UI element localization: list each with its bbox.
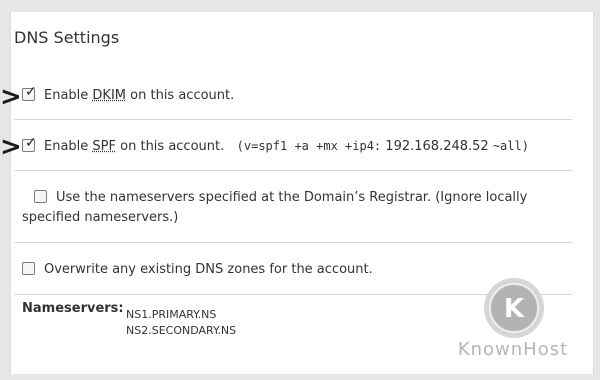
spf-label-suffix: on this account.: [120, 139, 225, 154]
annotation-arrow-dkim: >: [0, 82, 22, 112]
overwrite-zones-label: Overwrite any existing DNS zones for the…: [44, 262, 373, 277]
spf-record-prefix: (v=spf1 +a +mx +ip4:: [236, 139, 382, 153]
logo-text: KnownHost: [457, 339, 569, 360]
dkim-option[interactable]: ✓ Enable DKIM on this account.: [22, 84, 235, 106]
overwrite-zones-checkbox[interactable]: [22, 262, 35, 275]
spf-option[interactable]: ✓ Enable SPF on this account. (v=spf1 +a …: [22, 135, 529, 157]
nameserver-2: NS2.SECONDARY.NS: [126, 324, 237, 337]
nameservers-label: Nameservers:: [22, 301, 124, 316]
nameserver-1: NS1.PRIMARY.NS: [126, 308, 217, 321]
knownhost-logo: K KnownHost: [443, 276, 583, 368]
spf-checkbox[interactable]: ✓: [22, 135, 37, 152]
check-icon: ✓: [25, 84, 37, 100]
knownhost-logo-icon: K: [484, 278, 544, 338]
divider: [14, 119, 572, 120]
registrar-nameservers-option[interactable]: Use the nameservers specified at the Dom…: [22, 188, 567, 228]
registrar-nameservers-label-line1: Use the nameservers specified at the Dom…: [56, 190, 528, 205]
check-icon: ✓: [25, 135, 37, 151]
annotation-arrow-spf: >: [0, 132, 22, 162]
divider: [14, 242, 572, 243]
overwrite-zones-option[interactable]: Overwrite any existing DNS zones for the…: [22, 260, 373, 280]
registrar-nameservers-checkbox[interactable]: [34, 190, 47, 203]
dkim-checkbox[interactable]: ✓: [22, 84, 37, 101]
section-title: DNS Settings: [14, 28, 120, 47]
spf-record-tail: ~all): [492, 139, 529, 153]
dkim-abbr: DKIM: [92, 88, 127, 103]
registrar-nameservers-label-line2: specified nameservers.): [22, 210, 179, 225]
dkim-label-prefix: Enable: [44, 88, 89, 103]
dkim-label-suffix: on this account.: [130, 88, 235, 103]
spf-record-ip: 192.168.248.52: [385, 139, 489, 154]
spf-label-prefix: Enable: [44, 139, 89, 154]
divider: [14, 170, 572, 171]
logo-glyph: K: [504, 294, 525, 324]
spf-abbr: SPF: [92, 139, 116, 154]
nameservers-list: NS1.PRIMARY.NS NS2.SECONDARY.NS: [126, 307, 236, 339]
